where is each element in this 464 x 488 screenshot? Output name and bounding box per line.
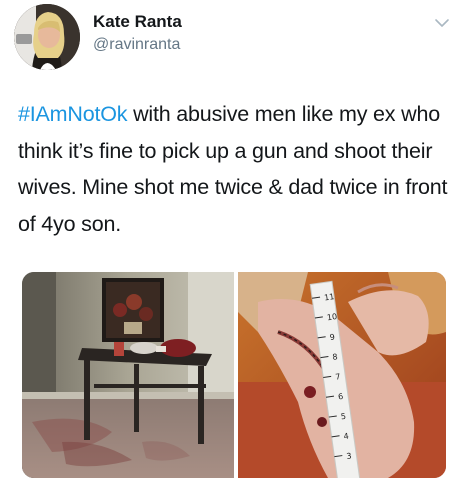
tweet-text: #IAmNotOk with abusive men like my ex wh… [18,96,456,242]
room-table-image [22,272,234,478]
photo-room-table[interactable] [22,272,234,478]
svg-text:11: 11 [324,292,335,302]
svg-text:10: 10 [326,312,337,322]
avatar[interactable] [14,4,80,70]
photo-wound-ruler[interactable]: 11 10 9 8 7 6 5 4 3 [238,272,446,478]
author-name[interactable]: Kate Ranta [93,12,182,32]
author-handle[interactable]: @ravinranta [93,36,180,54]
chevron-down-icon[interactable] [434,16,450,30]
hashtag-link[interactable]: #IAmNotOk [18,102,128,126]
tweet-card: Kate Ranta @ravinranta #IAmNotOk with ab… [0,0,464,488]
wound-ruler-image: 11 10 9 8 7 6 5 4 3 [238,272,446,478]
media-grid: 11 10 9 8 7 6 5 4 3 [22,272,446,478]
avatar-image [14,4,80,70]
